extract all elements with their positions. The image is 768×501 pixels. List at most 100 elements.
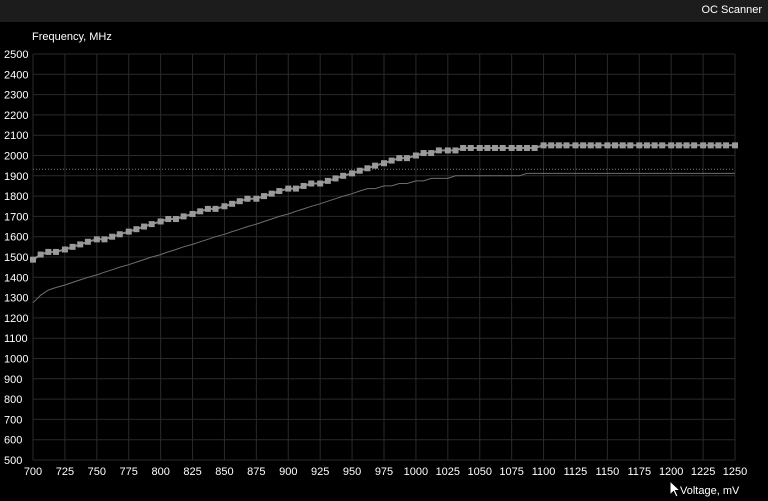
curve-point-handle[interactable] <box>668 142 675 149</box>
curve-point-handle[interactable] <box>643 142 650 149</box>
curve-point-handle[interactable] <box>563 142 570 149</box>
curve-point-handle[interactable] <box>84 238 91 245</box>
curve-point-handle[interactable] <box>715 142 722 149</box>
curve-point-handle[interactable] <box>651 142 658 149</box>
curve-point-handle[interactable] <box>595 142 602 149</box>
curve-point-handle[interactable] <box>604 142 611 149</box>
x-tick-label: 1150 <box>596 466 620 478</box>
y-tick-label: 2000 <box>4 151 28 163</box>
curve-point-handle[interactable] <box>587 142 594 149</box>
curve-point-handle[interactable] <box>148 221 155 228</box>
curve-point-handle[interactable] <box>332 175 339 182</box>
curve-point-handle[interactable] <box>707 142 714 149</box>
curve-point-handle[interactable] <box>636 142 643 149</box>
curve-point-handle[interactable] <box>52 248 59 255</box>
curve-point-handle[interactable] <box>691 142 698 149</box>
curve-point-handle[interactable] <box>444 147 451 154</box>
curve-point-handle[interactable] <box>101 236 108 243</box>
curve-point-handle[interactable] <box>396 155 403 162</box>
curve-point-handle[interactable] <box>548 142 555 149</box>
x-tick-label: 900 <box>279 466 297 478</box>
curve-point-handle[interactable] <box>45 248 52 255</box>
curve-point-handle[interactable] <box>61 246 68 253</box>
curve-point-handle[interactable] <box>109 233 116 240</box>
curve-point-handle[interactable] <box>523 144 530 151</box>
curve-point-handle[interactable] <box>77 241 84 248</box>
curve-point-handle[interactable] <box>229 200 236 207</box>
curve-point-handle[interactable] <box>492 144 499 151</box>
curve-point-handle[interactable] <box>141 223 148 230</box>
curve-point-handle[interactable] <box>212 205 219 212</box>
curve-point-handle[interactable] <box>221 203 228 210</box>
curve-point-handle[interactable] <box>285 185 292 192</box>
curve-point-handle[interactable] <box>116 231 123 238</box>
curve-point-handle[interactable] <box>324 177 331 184</box>
curve-point-handle[interactable] <box>340 172 347 179</box>
curve-point-handle[interactable] <box>460 144 467 151</box>
curve-point-handle[interactable] <box>732 142 738 149</box>
curve-point-handle[interactable] <box>467 144 474 151</box>
curve-point-handle[interactable] <box>37 251 44 258</box>
curve-point-handle[interactable] <box>276 188 283 195</box>
y-tick-label: 1700 <box>4 211 28 223</box>
curve-point-handle[interactable] <box>349 170 356 177</box>
curve-point-handle[interactable] <box>93 236 100 243</box>
curve-point-handle[interactable] <box>619 142 626 149</box>
curve-point-handle[interactable] <box>300 182 307 189</box>
curve-point-handle[interactable] <box>435 147 442 154</box>
curve-point-handle[interactable] <box>700 142 707 149</box>
window-title: OC Scanner <box>701 4 762 16</box>
curve-point-handle[interactable] <box>157 218 164 225</box>
curve-point-handle[interactable] <box>516 144 523 151</box>
x-tick-label: 975 <box>375 466 393 478</box>
curve-point-handle[interactable] <box>125 228 132 235</box>
curve-point-handle[interactable] <box>388 157 395 164</box>
curve-point-handle[interactable] <box>420 150 427 157</box>
curve-point-handle[interactable] <box>675 142 682 149</box>
curve-point-handle[interactable] <box>244 195 251 202</box>
curve-point-handle[interactable] <box>452 147 459 154</box>
curve-point-handle[interactable] <box>555 142 562 149</box>
curve-point-handle[interactable] <box>133 226 140 233</box>
curve-point-handle[interactable] <box>253 195 260 202</box>
curve-point-handle[interactable] <box>261 193 268 200</box>
curve-point-handle[interactable] <box>197 208 204 215</box>
curve-point-handle[interactable] <box>627 142 634 149</box>
curve-point-handle[interactable] <box>531 144 538 151</box>
curve-point-handle[interactable] <box>372 162 379 169</box>
curve-point-handle[interactable] <box>723 142 730 149</box>
curve-point-handle[interactable] <box>317 180 324 187</box>
curve-point-handle[interactable] <box>499 144 506 151</box>
curve-point-handle[interactable] <box>659 142 666 149</box>
curve-point-handle[interactable] <box>292 185 299 192</box>
curve-point-handle[interactable] <box>236 198 243 205</box>
curve-point-handle[interactable] <box>308 180 315 187</box>
x-tick-label: 1250 <box>723 466 747 478</box>
curve-point-handle[interactable] <box>476 144 483 151</box>
curve-point-handle[interactable] <box>180 213 187 220</box>
curve-point-handle[interactable] <box>381 160 387 167</box>
curve-point-handle[interactable] <box>364 165 371 172</box>
y-tick-label: 800 <box>4 394 22 406</box>
curve-point-handle[interactable] <box>30 256 36 263</box>
curve-point-handle[interactable] <box>540 142 547 149</box>
x-tick-label: 750 <box>88 466 106 478</box>
curve-point-handle[interactable] <box>508 144 515 151</box>
curve-point-handle[interactable] <box>204 205 211 212</box>
curve-point-handle[interactable] <box>356 167 363 174</box>
curve-point-handle[interactable] <box>428 150 435 157</box>
x-axis-label: Voltage, mV <box>680 485 740 497</box>
curve-point-handle[interactable] <box>412 152 419 159</box>
curve-point-handle[interactable] <box>403 155 410 162</box>
curve-point-handle[interactable] <box>683 142 690 149</box>
curve-point-handle[interactable] <box>612 142 619 149</box>
curve-point-handle[interactable] <box>69 243 76 250</box>
curve-point-handle[interactable] <box>165 216 172 223</box>
curve-point-handle[interactable] <box>189 210 196 217</box>
curve-point-handle[interactable] <box>580 142 587 149</box>
curve-point-handle[interactable] <box>572 142 579 149</box>
curve-point-handle[interactable] <box>172 216 179 223</box>
x-tick-label: 875 <box>247 466 265 478</box>
curve-point-handle[interactable] <box>484 144 491 151</box>
curve-point-handle[interactable] <box>268 190 275 197</box>
